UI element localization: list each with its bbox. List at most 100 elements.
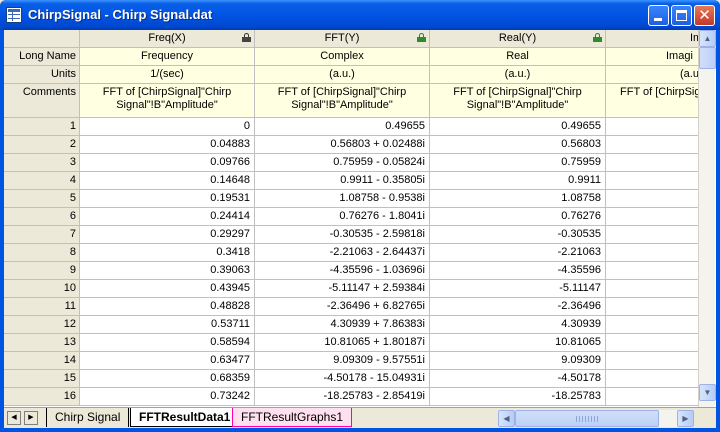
imag-cell[interactable]: [606, 208, 698, 225]
real-cell[interactable]: 0.49655: [430, 118, 606, 135]
imag-cell[interactable]: [606, 226, 698, 243]
scroll-left-button[interactable]: ◀: [498, 410, 515, 427]
comments-cell[interactable]: FFT of [ChirpSig Signal"!B"A: [606, 84, 698, 117]
row-number[interactable]: 7: [4, 226, 80, 243]
fft-cell[interactable]: 4.30939 + 7.86383i: [255, 316, 430, 333]
maximize-button[interactable]: [671, 5, 692, 26]
minimize-button[interactable]: [648, 5, 669, 26]
fft-cell[interactable]: -2.21063 - 2.64437i: [255, 244, 430, 261]
imag-cell[interactable]: [606, 172, 698, 189]
sheet-tab-chirp-signal[interactable]: Chirp Signal: [46, 408, 130, 427]
fft-cell[interactable]: 0.56803 + 0.02488i: [255, 136, 430, 153]
fft-cell[interactable]: -2.36496 + 6.82765i: [255, 298, 430, 315]
real-cell[interactable]: 0.56803: [430, 136, 606, 153]
vertical-scroll-thumb[interactable]: [699, 47, 716, 69]
row-label-units[interactable]: Units: [4, 66, 80, 83]
row-number[interactable]: 6: [4, 208, 80, 225]
row-number[interactable]: 8: [4, 244, 80, 261]
freq-cell[interactable]: 0.73242: [80, 388, 255, 405]
long-name-cell[interactable]: Complex: [255, 48, 430, 65]
fft-cell[interactable]: -18.25783 - 2.85419i: [255, 388, 430, 405]
freq-cell[interactable]: 0.04883: [80, 136, 255, 153]
row-number[interactable]: 4: [4, 172, 80, 189]
fft-cell[interactable]: 0.9911 - 0.35805i: [255, 172, 430, 189]
real-cell[interactable]: -4.35596: [430, 262, 606, 279]
column-header-freq[interactable]: Freq(X): [80, 30, 255, 47]
freq-cell[interactable]: 0: [80, 118, 255, 135]
real-cell[interactable]: -0.30535: [430, 226, 606, 243]
real-cell[interactable]: -2.21063: [430, 244, 606, 261]
units-cell[interactable]: (a.u.): [255, 66, 430, 83]
imag-cell[interactable]: [606, 334, 698, 351]
close-button[interactable]: ✕: [694, 5, 715, 26]
freq-cell[interactable]: 0.29297: [80, 226, 255, 243]
vertical-scrollbar[interactable]: ▲ ▼: [698, 30, 716, 407]
row-number[interactable]: 11: [4, 298, 80, 315]
row-number[interactable]: 9: [4, 262, 80, 279]
imag-cell[interactable]: [606, 280, 698, 297]
fft-cell[interactable]: 10.81065 + 1.80187i: [255, 334, 430, 351]
title-bar[interactable]: ChirpSignal - Chirp Signal.dat ✕: [0, 0, 720, 30]
fft-cell[interactable]: -4.50178 - 15.04931i: [255, 370, 430, 387]
comments-cell[interactable]: FFT of [ChirpSignal]"Chirp Signal"!B"Amp…: [80, 84, 255, 117]
horizontal-scroll-thumb[interactable]: [515, 410, 659, 427]
row-number[interactable]: 5: [4, 190, 80, 207]
freq-cell[interactable]: 0.39063: [80, 262, 255, 279]
freq-cell[interactable]: 0.68359: [80, 370, 255, 387]
scroll-down-button[interactable]: ▼: [699, 384, 716, 401]
comments-cell[interactable]: FFT of [ChirpSignal]"Chirp Signal"!B"Amp…: [255, 84, 430, 117]
corner-cell[interactable]: [4, 30, 80, 47]
real-cell[interactable]: -18.25783: [430, 388, 606, 405]
fft-cell[interactable]: -4.35596 - 1.03696i: [255, 262, 430, 279]
freq-cell[interactable]: 0.19531: [80, 190, 255, 207]
freq-cell[interactable]: 0.09766: [80, 154, 255, 171]
long-name-cell[interactable]: Frequency: [80, 48, 255, 65]
imag-cell[interactable]: [606, 190, 698, 207]
scroll-up-button[interactable]: ▲: [699, 30, 716, 47]
row-number[interactable]: 12: [4, 316, 80, 333]
fft-cell[interactable]: 0.76276 - 1.8041i: [255, 208, 430, 225]
row-label-long-name[interactable]: Long Name: [4, 48, 80, 65]
real-cell[interactable]: -2.36496: [430, 298, 606, 315]
real-cell[interactable]: 4.30939: [430, 316, 606, 333]
real-cell[interactable]: 9.09309: [430, 352, 606, 369]
freq-cell[interactable]: 0.63477: [80, 352, 255, 369]
real-cell[interactable]: 0.75959: [430, 154, 606, 171]
sheet-tab-fft-result-graphs[interactable]: FFTResultGraphs1: [232, 408, 353, 427]
imag-cell[interactable]: [606, 154, 698, 171]
real-cell[interactable]: 0.76276: [430, 208, 606, 225]
fft-cell[interactable]: -5.11147 + 2.59384i: [255, 280, 430, 297]
row-number[interactable]: 15: [4, 370, 80, 387]
imag-cell[interactable]: [606, 388, 698, 405]
fft-cell[interactable]: -0.30535 - 2.59818i: [255, 226, 430, 243]
real-cell[interactable]: -4.50178: [430, 370, 606, 387]
units-cell[interactable]: (a.u.: [606, 66, 698, 83]
long-name-cell[interactable]: Imagi: [606, 48, 698, 65]
freq-cell[interactable]: 0.43945: [80, 280, 255, 297]
freq-cell[interactable]: 0.58594: [80, 334, 255, 351]
row-label-comments[interactable]: Comments: [4, 84, 80, 117]
comments-cell[interactable]: FFT of [ChirpSignal]"Chirp Signal"!B"Amp…: [430, 84, 606, 117]
imag-cell[interactable]: [606, 370, 698, 387]
imag-cell[interactable]: [606, 262, 698, 279]
row-number[interactable]: 2: [4, 136, 80, 153]
next-sheet-button[interactable]: ▶: [24, 411, 38, 425]
freq-cell[interactable]: 0.14648: [80, 172, 255, 189]
real-cell[interactable]: -5.11147: [430, 280, 606, 297]
real-cell[interactable]: 0.9911: [430, 172, 606, 189]
row-number[interactable]: 3: [4, 154, 80, 171]
horizontal-scrollbar[interactable]: ◀ ▶: [498, 410, 694, 427]
real-cell[interactable]: 1.08758: [430, 190, 606, 207]
fft-cell[interactable]: 9.09309 - 9.57551i: [255, 352, 430, 369]
units-cell[interactable]: (a.u.): [430, 66, 606, 83]
scroll-right-button[interactable]: ▶: [677, 410, 694, 427]
row-number[interactable]: 10: [4, 280, 80, 297]
row-number[interactable]: 16: [4, 388, 80, 405]
prev-sheet-button[interactable]: ◀: [7, 411, 21, 425]
units-cell[interactable]: 1/(sec): [80, 66, 255, 83]
freq-cell[interactable]: 0.3418: [80, 244, 255, 261]
imag-cell[interactable]: [606, 136, 698, 153]
sheet-tab-fft-result-data[interactable]: FFTResultData1: [130, 408, 240, 427]
fft-cell[interactable]: 0.49655: [255, 118, 430, 135]
column-header-fft[interactable]: FFT(Y): [255, 30, 430, 47]
